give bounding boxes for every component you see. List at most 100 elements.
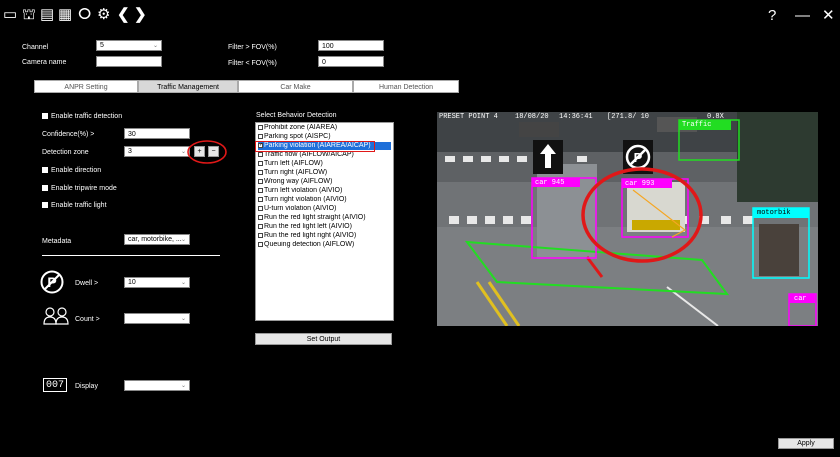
behavior-item[interactable]: Turn left (AIFLOW): [258, 160, 391, 168]
behavior-item[interactable]: Wrong way (AIFLOW): [258, 178, 391, 186]
enable-traffic-light-label: Enable traffic light: [51, 202, 107, 209]
tab-anpr-setting[interactable]: ANPR Setting: [34, 80, 138, 93]
divider: [42, 255, 220, 256]
camera-name-input[interactable]: [96, 56, 162, 67]
user-icon[interactable]: ⵔ: [78, 6, 91, 24]
forward-icon[interactable]: ❯: [134, 6, 147, 24]
osd-preset: PRESET POINT 4: [439, 113, 498, 121]
enable-traffic-light[interactable]: Enable traffic light: [42, 202, 107, 209]
checkbox[interactable]: [258, 205, 263, 211]
enable-traffic-light-checkbox[interactable]: [42, 202, 48, 209]
behavior-item[interactable]: Run the red light straight (AIVIO): [258, 214, 391, 222]
settings-icon[interactable]: ⚙: [97, 6, 110, 24]
behavior-item-label: Turn left violation (AIVIO): [264, 187, 343, 194]
behavior-item-label: Turn left (AIFLOW): [264, 160, 323, 167]
dwell-label: Dwell >: [75, 280, 99, 287]
detection-zone-select[interactable]: 3 ⌄: [124, 146, 190, 157]
checkbox[interactable]: [258, 160, 263, 166]
motorbike-label: motorbik: [757, 209, 791, 217]
minimize-button[interactable]: —: [795, 8, 810, 24]
behavior-item-label: Wrong way (AIFLOW): [264, 178, 333, 185]
behavior-item[interactable]: U-turn violation (AIVIO): [258, 205, 391, 213]
checkbox[interactable]: [258, 187, 263, 193]
traffic-label: Traffic: [682, 121, 712, 129]
filter-min-label: Filter < FOV(%): [228, 60, 277, 67]
enable-direction-label: Enable direction: [51, 167, 102, 174]
display-label: Display: [75, 383, 98, 390]
enable-traffic-detection[interactable]: Enable traffic detection: [42, 113, 122, 120]
counter-display-icon: 007: [43, 378, 67, 392]
sensor-icon[interactable]: ▦: [58, 6, 72, 24]
display-select[interactable]: ⌄: [124, 380, 190, 391]
osd-extra: [271.8/ 10: [607, 113, 650, 121]
annotation-box-selected: [255, 141, 375, 152]
behavior-item[interactable]: Turn left violation (AIVIO): [258, 187, 391, 195]
behavior-item-label: Run the red light straight (AIVIO): [264, 214, 366, 221]
tab-car-make[interactable]: Car Make: [238, 80, 353, 93]
enable-direction[interactable]: Enable direction: [42, 167, 101, 174]
tab-human-detection[interactable]: Human Detection: [353, 80, 459, 93]
checkbox[interactable]: [258, 241, 263, 247]
filter-max-input[interactable]: 100: [318, 40, 384, 51]
channel-select[interactable]: 5 ⌄: [96, 40, 162, 51]
metadata-select[interactable]: car, motorbike, ... ⌄: [124, 234, 190, 245]
behavior-item[interactable]: Traffic flow (AIFLOW/AICAP): [258, 151, 391, 159]
checkbox[interactable]: [258, 178, 263, 184]
behavior-item-label: Turn right (AIFLOW): [264, 169, 328, 176]
car-label-2: car 993: [625, 180, 655, 188]
metadata-value: car, motorbike, ...: [128, 236, 182, 243]
dwell-value: 10: [128, 279, 136, 286]
detection-zone-value: 3: [128, 148, 132, 155]
detection-zone-label: Detection zone: [42, 149, 89, 156]
car-label-3: car: [794, 295, 807, 303]
chevron-down-icon: ⌄: [152, 43, 158, 49]
checkbox[interactable]: [258, 151, 263, 157]
no-parking-icon: P: [40, 270, 64, 294]
behavior-item-label: U-turn violation (AIVIO): [264, 205, 337, 212]
checkbox[interactable]: [258, 196, 263, 202]
layout-icon[interactable]: ▤: [40, 6, 54, 24]
behavior-item[interactable]: Queuing detection (AIFLOW): [258, 241, 391, 249]
behavior-item[interactable]: Turn right (AIFLOW): [258, 169, 391, 177]
channel-label: Channel: [22, 44, 49, 51]
confidence-label: Confidence(%) >: [42, 131, 95, 138]
tab-traffic-management[interactable]: Traffic Management: [138, 80, 238, 93]
enable-direction-checkbox[interactable]: [42, 167, 48, 174]
checkbox[interactable]: [258, 223, 263, 229]
count-label: Count >: [75, 316, 100, 323]
enable-traffic-detection-checkbox[interactable]: [42, 113, 48, 120]
count-select[interactable]: ⌄: [124, 313, 190, 324]
checkbox[interactable]: [258, 214, 263, 220]
behavior-item[interactable]: Parking spot (AISPC): [258, 133, 391, 141]
behavior-item[interactable]: Turn right violation (AIVIO): [258, 196, 391, 204]
enable-traffic-detection-label: Enable traffic detection: [51, 113, 123, 120]
checkbox[interactable]: [258, 232, 263, 238]
enable-tripwire-checkbox[interactable]: [42, 185, 48, 192]
people-count-icon: [43, 307, 69, 325]
fisheye-icon[interactable]: ⛫: [22, 6, 36, 24]
annotation-circle-zone: [187, 140, 227, 164]
behavior-item[interactable]: Run the red light right (AIVIO): [258, 232, 391, 240]
osd-time: 14:36:41: [559, 113, 593, 121]
behavior-item-label: Turn right violation (AIVIO): [264, 196, 347, 203]
filter-min-input[interactable]: 0: [318, 56, 384, 67]
enable-tripwire-label: Enable tripwire mode: [51, 185, 117, 192]
help-button[interactable]: ?: [768, 8, 776, 24]
close-button[interactable]: ✕: [822, 8, 835, 24]
osd-zoom: 0.8X: [707, 113, 724, 121]
enable-tripwire[interactable]: Enable tripwire mode: [42, 185, 117, 192]
window-icon[interactable]: ▭: [3, 6, 17, 24]
behavior-item[interactable]: Prohibit zone (AIAREA): [258, 124, 391, 132]
set-output-button[interactable]: Set Output: [255, 333, 392, 345]
confidence-input[interactable]: 30: [124, 128, 190, 139]
behavior-item-label: Run the red light right (AIVIO): [264, 232, 357, 239]
back-icon[interactable]: ❮: [117, 6, 130, 24]
apply-button[interactable]: Apply: [778, 438, 834, 449]
checkbox[interactable]: [258, 124, 263, 130]
checkbox[interactable]: [258, 133, 263, 139]
behavior-item[interactable]: Run the red light left (AIVIO): [258, 223, 391, 231]
checkbox[interactable]: [258, 169, 263, 175]
dwell-select[interactable]: 10 ⌄: [124, 277, 190, 288]
behavior-item-label: Traffic flow (AIFLOW/AICAP): [264, 151, 354, 158]
video-preview[interactable]: P PRESET POINT 4 18/08/20 14:36:41 [271.…: [437, 112, 818, 326]
